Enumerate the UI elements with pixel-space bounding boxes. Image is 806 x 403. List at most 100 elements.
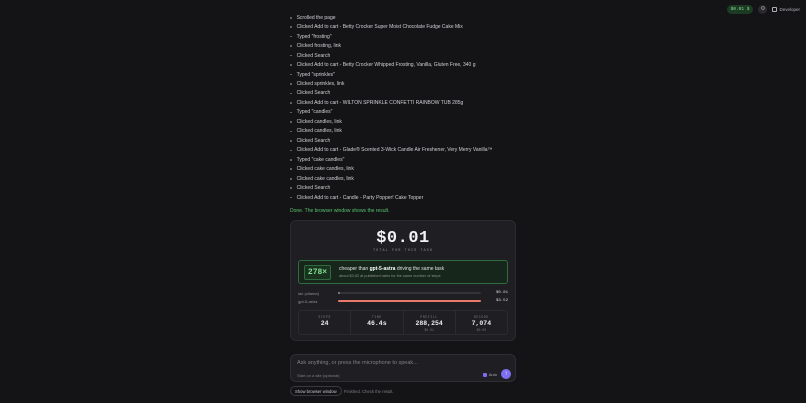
action-log-item: Typed "frosting": [290, 32, 530, 41]
cost-pill: $0.01 $: [726, 4, 754, 14]
action-log-item: Clicked candles, link: [290, 127, 530, 136]
bullet-icon: [290, 140, 292, 142]
comparison-subtext: about $3.52 at published rates for the s…: [339, 274, 441, 278]
bar-value: $0.01: [495, 291, 508, 295]
action-log-item: Clicked cake candles, link: [290, 174, 530, 183]
multiplier-badge: 278×: [304, 265, 331, 280]
action-log-text: Typed "sprinkles": [296, 71, 335, 78]
status-text: Finished. Check the result.: [344, 389, 394, 394]
action-log-text: Clicked Search: [296, 90, 331, 97]
stat-label: TIME: [371, 315, 382, 319]
action-log-text: Typed "cake candles": [296, 156, 345, 163]
auto-label: Auto: [488, 372, 497, 377]
action-log-item: Clicked Add to cart - Betty Crocker Whip…: [290, 60, 530, 69]
stat-value: 46.4s: [367, 320, 387, 327]
action-log-item: Clicked Add to cart - Glade® Scented 3-W…: [290, 146, 530, 155]
action-log-item: Clicked Add to cart - Candle - Party Pop…: [290, 193, 530, 202]
action-log-item: Clicked Add to cart - WILTON SPRINKLE CO…: [290, 98, 530, 107]
action-log-item: Clicked Search: [290, 51, 530, 60]
bullet-icon: [290, 121, 292, 123]
start-site-link[interactable]: Start on a site (optional): [297, 373, 339, 378]
action-log-text: Clicked Search: [296, 137, 331, 144]
bar-track: [338, 291, 481, 295]
bullet-icon: [290, 177, 292, 180]
bullet-icon: [290, 196, 292, 199]
bar-fill: [338, 291, 341, 295]
bullet-icon: [290, 168, 292, 171]
cost-summary-card: $0.01 TOTAL FOR THIS TASK 278× cheaper t…: [290, 220, 516, 341]
action-log-item: Clicked cake candles, link: [290, 165, 530, 174]
gear-icon[interactable]: ⚙: [758, 4, 768, 14]
checkbox-icon[interactable]: [482, 372, 487, 377]
panel-icon: [772, 6, 778, 12]
stat-sub: $0.01: [424, 328, 434, 332]
action-log-text: Typed "frosting": [296, 33, 332, 40]
bar-label: ian (ollama): [298, 290, 319, 296]
arrow-up-icon: ↑: [504, 371, 508, 377]
prompt-input[interactable]: Ask anything, or press the microphone to…: [297, 360, 418, 366]
comparison-prefix: cheaper than: [339, 266, 370, 272]
action-log-item: Clicked Search: [290, 136, 530, 145]
action-log-text: Clicked Search: [296, 52, 331, 59]
action-log-text: Clicked Add to cart - Glade® Scented 3-W…: [296, 147, 493, 154]
action-log-text: Scrolled the page: [296, 14, 336, 21]
bullet-icon: [290, 130, 292, 133]
bullet-icon: [290, 45, 292, 47]
stat-steps: STEPS 24: [299, 311, 352, 334]
prompt-input-card[interactable]: Ask anything, or press the microphone to…: [290, 354, 516, 382]
action-log-item: Clicked Search: [290, 183, 530, 192]
stat-value: 24: [320, 320, 329, 327]
action-log-text: Clicked frosting, link: [296, 43, 342, 50]
action-log-item: Clicked Add to cart - Betty Crocker Supe…: [290, 22, 530, 31]
bullet-icon: [290, 111, 292, 114]
comparison-model: gpt-5-astra: [369, 266, 396, 272]
bullet-icon: [290, 149, 292, 152]
bar-value: $3.52: [495, 299, 508, 303]
action-log-item: Typed "cake candles": [290, 155, 530, 164]
bullet-icon: [290, 16, 292, 19]
top-bar: $0.01 $ ⚙ Developer: [726, 4, 800, 14]
bullet-icon: [290, 158, 292, 161]
done-message: Done. The browser window shows the resul…: [290, 208, 390, 214]
send-button[interactable]: ↑: [501, 369, 511, 379]
stat-label: DECODE: [473, 315, 489, 319]
action-log-item: Clicked candles, link: [290, 117, 530, 126]
bar-track: [338, 299, 481, 303]
stat-time: TIME 46.4s: [351, 311, 404, 334]
stat-value: 288,254: [415, 320, 443, 327]
show-browser-button[interactable]: Show browser window: [290, 386, 342, 396]
bullet-icon: [290, 102, 292, 104]
action-log-text: Clicked Add to cart - Betty Crocker Supe…: [296, 24, 463, 31]
bullet-icon: [290, 187, 292, 189]
bullet-icon: [290, 35, 292, 38]
stat-prefill: PREFILL 288,254 $0.01: [404, 311, 456, 334]
bar-fill: [338, 299, 481, 303]
action-log-text: Clicked Add to cart - Candle - Party Pop…: [296, 194, 424, 201]
bullet-icon: [290, 54, 292, 57]
stat-value: 7,074: [471, 320, 492, 327]
stat-label: STEPS: [318, 315, 331, 319]
bar-label: gpt-5-astra: [298, 298, 318, 304]
action-log-text: Clicked Add to cart - WILTON SPRINKLE CO…: [296, 99, 464, 106]
cost-bar-row: gpt-5-astra $3.52: [298, 298, 508, 304]
auto-toggle[interactable]: Auto: [482, 372, 497, 377]
stat-decode: DECODE 7,074 $0.00: [456, 311, 507, 334]
action-log-text: Clicked sprinkles, link: [296, 81, 345, 88]
action-log-item: Clicked sprinkles, link: [290, 79, 530, 88]
cost-bar-row: ian (ollama) $0.01: [298, 290, 508, 296]
total-cost-label: TOTAL FOR THIS TASK: [373, 249, 433, 253]
comparison-suffix: driving the same task: [395, 266, 445, 272]
bullet-icon: [290, 83, 292, 85]
total-cost: $0.01: [376, 229, 430, 248]
action-log-item: Clicked frosting, link: [290, 41, 530, 50]
action-log-text: Typed "candles": [296, 109, 333, 116]
developer-label: Developer: [779, 6, 800, 12]
action-log-text: Clicked candles, link: [296, 128, 342, 135]
developer-button[interactable]: Developer: [772, 6, 800, 12]
comparison-panel: 278× cheaper than gpt-5-astra driving th…: [298, 260, 508, 284]
bullet-icon: [290, 26, 292, 28]
action-log-item: Scrolled the page: [290, 13, 530, 22]
bullet-icon: [290, 64, 292, 66]
action-log-text: Clicked Search: [296, 185, 331, 192]
action-log-item: Typed "sprinkles": [290, 70, 530, 79]
